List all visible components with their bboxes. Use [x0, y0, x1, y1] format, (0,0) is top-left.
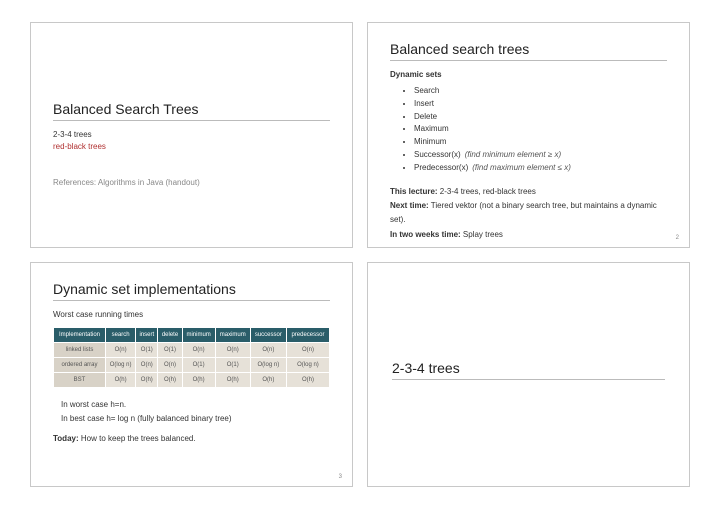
- two-weeks-line: In two weeks time: Splay trees: [390, 228, 667, 242]
- bullet-item: Maximum: [414, 123, 667, 136]
- col-pred: predecessor: [286, 327, 329, 342]
- slide-4: 2-3-4 trees: [367, 262, 690, 488]
- slide1-line2: red-black trees: [53, 141, 330, 153]
- col-max: maximum: [215, 327, 250, 342]
- col-succ: successor: [250, 327, 286, 342]
- table-row: BST O(h) O(h) O(h) O(h) O(h) O(h) O(h): [54, 372, 330, 387]
- slide3-subtitle: Worst case running times: [53, 309, 330, 321]
- note-best: In best case h= log n (fully balanced bi…: [61, 412, 330, 426]
- bullet-item: Predecessor(x)(find maximum element ≤ x): [414, 162, 667, 175]
- bullet-item: Search: [414, 85, 667, 98]
- slide-title: 2-3-4 trees: [392, 360, 665, 380]
- bullet-item: Delete: [414, 111, 667, 124]
- dynamic-sets-heading: Dynamic sets: [390, 69, 667, 81]
- slide-title: Balanced search trees: [390, 41, 667, 61]
- lecture-line: This lecture: 2-3-4 trees, red-black tre…: [390, 185, 667, 199]
- bullet-item: Insert: [414, 98, 667, 111]
- note-worst: In worst case h=n.: [61, 398, 330, 412]
- slide-3: Dynamic set implementations Worst case r…: [30, 262, 353, 488]
- bullet-list: Search Insert Delete Maximum Minimum Suc…: [390, 85, 667, 175]
- slide-title: Dynamic set implementations: [53, 281, 330, 301]
- col-search: search: [106, 327, 136, 342]
- slide-2: Balanced search trees Dynamic sets Searc…: [367, 22, 690, 248]
- page-number: 2: [676, 235, 679, 241]
- next-line: Next time: Tiered vektor (not a binary s…: [390, 199, 667, 228]
- slide1-line1: 2-3-4 trees: [53, 129, 330, 141]
- table-row: linked lists O(n) O(1) O(1) O(n) O(n) O(…: [54, 342, 330, 357]
- page-number: 3: [339, 474, 342, 480]
- col-delete: delete: [158, 327, 182, 342]
- bullet-item: Successor(x)(find minimum element ≥ x): [414, 149, 667, 162]
- slide-title: Balanced Search Trees: [53, 101, 330, 121]
- slide1-refs: References: Algorithms in Java (handout): [53, 177, 330, 189]
- complexity-table: Implementation search insert delete mini…: [53, 327, 330, 388]
- col-insert: insert: [136, 327, 158, 342]
- table-row: ordered array O(log n) O(n) O(n) O(1) O(…: [54, 357, 330, 372]
- slide-1: Balanced Search Trees 2-3-4 trees red-bl…: [30, 22, 353, 248]
- table-header-row: Implementation search insert delete mini…: [54, 327, 330, 342]
- col-impl: Implementation: [54, 327, 106, 342]
- today-line: Today: How to keep the trees balanced.: [53, 432, 330, 446]
- col-min: minimum: [182, 327, 215, 342]
- bullet-item: Minimum: [414, 136, 667, 149]
